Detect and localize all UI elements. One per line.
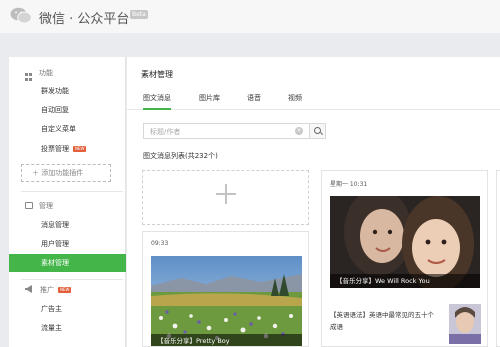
new-badge: NEW: [58, 287, 72, 293]
list-title: 图文消息列表(共232个): [143, 152, 218, 160]
sidebar: 功能 群发功能 自动回复 自定义菜单 投票管理 NEW ＋ 添加功能插件 管理 消…: [9, 57, 126, 347]
tab-video[interactable]: 视频: [288, 93, 302, 103]
wechat-logo-icon: [10, 7, 32, 24]
new-badge: NEW: [73, 146, 87, 152]
search-button[interactable]: [309, 123, 326, 139]
main-panel: 素材管理 图文消息 图片库 语音 视频 标题/作者 × 图文消息列表(共232个…: [127, 57, 500, 347]
sidebar-item-vote[interactable]: 投票管理 NEW: [9, 140, 126, 158]
search-input[interactable]: 标题/作者: [150, 127, 180, 137]
card-time: 星期一 10:31: [330, 181, 368, 188]
tab-images[interactable]: 图片库: [199, 93, 220, 103]
card-sub-thumbnail: [449, 304, 481, 344]
card-subtitle: 【英语语法】英语中最常见的五十个成语: [330, 311, 434, 331]
sidebar-item-publisher[interactable]: 流量主: [9, 319, 126, 337]
card-caption: 【音乐分享】Pretty Boy: [151, 334, 302, 346]
article-card[interactable]: 09:33 【音乐分享】Pretty Boy: [142, 231, 309, 347]
article-card[interactable]: [496, 170, 500, 347]
sidebar-section-manage: 管理: [25, 201, 53, 211]
clear-icon[interactable]: ×: [295, 127, 303, 135]
beta-badge: Beta: [130, 10, 148, 19]
sidebar-item-mass-send[interactable]: 群发功能: [9, 82, 126, 100]
sidebar-item-advertiser[interactable]: 广告主: [9, 300, 126, 318]
tray-icon: [25, 202, 33, 209]
grid-icon: [25, 73, 33, 81]
page-title: 素材管理: [141, 70, 173, 79]
sidebar-item-materials[interactable]: 素材管理: [9, 254, 126, 272]
card-time: 09:33: [151, 240, 169, 247]
sidebar-item-messages[interactable]: 消息管理: [9, 216, 126, 234]
sidebar-item-auto-reply[interactable]: 自动回复: [9, 101, 126, 119]
card-cover-image: 【音乐分享】We Will Rock You: [330, 196, 480, 288]
search-icon: [314, 127, 321, 134]
new-article-button[interactable]: [142, 170, 309, 225]
sidebar-section-promo: 推广 NEW: [25, 285, 72, 295]
card-cover-image: 【音乐分享】Pretty Boy: [151, 256, 302, 346]
add-plugin-button[interactable]: ＋ 添加功能插件: [21, 164, 111, 182]
search-box[interactable]: 标题/作者 ×: [143, 123, 326, 139]
megaphone-icon: [25, 285, 32, 293]
platform-title[interactable]: 微信 · 公众平台: [39, 8, 129, 27]
top-bar: 微信 · 公众平台 Beta: [0, 0, 500, 33]
card-caption: 【音乐分享】We Will Rock You: [330, 274, 480, 288]
tab-voice[interactable]: 语音: [247, 93, 261, 103]
article-card[interactable]: 星期一 10:31 【音乐分享】We Will Rock You 【英语语法】英…: [321, 170, 488, 347]
divider: [21, 191, 123, 192]
sidebar-section-function: 功能: [25, 68, 53, 81]
tab-news[interactable]: 图文消息: [143, 93, 171, 110]
divider: [21, 279, 123, 280]
tab-bar: 图文消息 图片库 语音 视频: [127, 88, 500, 110]
sidebar-item-custom-menu[interactable]: 自定义菜单: [9, 120, 126, 138]
sidebar-item-users[interactable]: 用户管理: [9, 235, 126, 253]
